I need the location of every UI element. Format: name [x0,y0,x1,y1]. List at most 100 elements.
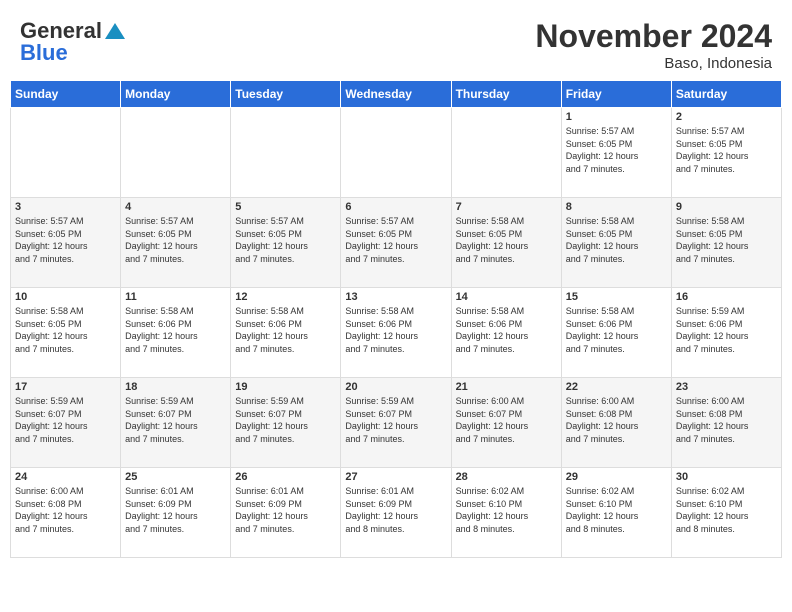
weekday-header-saturday: Saturday [671,81,781,108]
day-info: Sunrise: 5:58 AM Sunset: 6:06 PM Dayligh… [125,305,226,355]
day-info: Sunrise: 5:58 AM Sunset: 6:06 PM Dayligh… [566,305,667,355]
day-number: 14 [456,291,557,303]
weekday-header-friday: Friday [561,81,671,108]
calendar-cell: 13 Sunrise: 5:58 AM Sunset: 6:06 PM Dayli… [341,288,451,378]
calendar-cell: 28Sunrise: 6:02 AM Sunset: 6:10 PM Dayli… [451,468,561,558]
week-row-2: 10 Sunrise: 5:58 AM Sunset: 6:05 PM Dayli… [11,288,782,378]
day-number: 29 [566,471,667,483]
day-number: 15 [566,291,667,303]
day-info: Sunrise: 6:00 AM Sunset: 6:08 PM Dayligh… [676,395,777,445]
logo: General Blue [20,18,125,66]
day-info: Sunrise: 6:00 AM Sunset: 6:08 PM Dayligh… [15,485,116,535]
week-row-0: 1 Sunrise: 5:57 AM Sunset: 6:05 PM Daylig… [11,108,782,198]
day-info: Sunrise: 6:02 AM Sunset: 6:10 PM Dayligh… [676,485,777,535]
day-info: Sunrise: 5:58 AM Sunset: 6:05 PM Dayligh… [456,215,557,265]
day-number: 20 [345,381,446,393]
day-info: Sunrise: 5:58 AM Sunset: 6:06 PM Dayligh… [456,305,557,355]
week-row-3: 17 Sunrise: 5:59 AM Sunset: 6:07 PM Dayli… [11,378,782,468]
weekday-header-tuesday: Tuesday [231,81,341,108]
weekday-header-monday: Monday [121,81,231,108]
calendar-cell: 25Sunrise: 6:01 AM Sunset: 6:09 PM Dayli… [121,468,231,558]
calendar-cell: 16Sunrise: 5:59 AM Sunset: 6:06 PM Dayli… [671,288,781,378]
day-info: Sunrise: 5:59 AM Sunset: 6:07 PM Dayligh… [235,395,336,445]
day-info: Sunrise: 5:59 AM Sunset: 6:07 PM Dayligh… [125,395,226,445]
week-row-4: 24 Sunrise: 6:00 AM Sunset: 6:08 PM Dayli… [11,468,782,558]
calendar-cell: 7 Sunrise: 5:58 AM Sunset: 6:05 PM Daylig… [451,198,561,288]
day-info: Sunrise: 6:00 AM Sunset: 6:07 PM Dayligh… [456,395,557,445]
day-number: 8 [566,201,667,213]
calendar-cell [231,108,341,198]
calendar-cell: 6 Sunrise: 5:57 AM Sunset: 6:05 PM Daylig… [341,198,451,288]
calendar-cell: 29 Sunrise: 6:02 AM Sunset: 6:10 PM Dayli… [561,468,671,558]
day-number: 1 [566,111,667,123]
calendar-table: SundayMondayTuesdayWednesdayThursdayFrid… [10,80,782,558]
calendar-cell: 20 Sunrise: 5:59 AM Sunset: 6:07 PM Dayli… [341,378,451,468]
day-number: 25 [125,471,226,483]
day-info: Sunrise: 6:02 AM Sunset: 6:10 PM Dayligh… [566,485,667,535]
day-info: Sunrise: 6:01 AM Sunset: 6:09 PM Dayligh… [345,485,446,535]
day-number: 21 [456,381,557,393]
day-number: 10 [15,291,116,303]
day-info: Sunrise: 5:57 AM Sunset: 6:05 PM Dayligh… [566,125,667,175]
day-info: Sunrise: 5:58 AM Sunset: 6:06 PM Dayligh… [345,305,446,355]
day-number: 4 [125,201,226,213]
calendar-cell: 22Sunrise: 6:00 AM Sunset: 6:08 PM Dayli… [561,378,671,468]
day-number: 13 [345,291,446,303]
day-info: Sunrise: 5:57 AM Sunset: 6:05 PM Dayligh… [125,215,226,265]
day-number: 9 [676,201,777,213]
logo-triangle-icon [105,23,125,39]
calendar-cell: 30 Sunrise: 6:02 AM Sunset: 6:10 PM Dayli… [671,468,781,558]
day-info: Sunrise: 5:59 AM Sunset: 6:07 PM Dayligh… [345,395,446,445]
location: Baso, Indonesia [535,55,772,72]
title-section: November 2024 Baso, Indonesia [535,18,772,72]
day-info: Sunrise: 5:58 AM Sunset: 6:05 PM Dayligh… [566,215,667,265]
calendar-cell: 27 Sunrise: 6:01 AM Sunset: 6:09 PM Dayli… [341,468,451,558]
calendar-cell: 3Sunrise: 5:57 AM Sunset: 6:05 PM Daylig… [11,198,121,288]
calendar-cell [11,108,121,198]
calendar-cell [341,108,451,198]
logo-blue: Blue [20,40,68,65]
calendar-cell [451,108,561,198]
weekday-header-thursday: Thursday [451,81,561,108]
day-info: Sunrise: 5:57 AM Sunset: 6:05 PM Dayligh… [235,215,336,265]
day-info: Sunrise: 5:57 AM Sunset: 6:05 PM Dayligh… [676,125,777,175]
day-info: Sunrise: 5:57 AM Sunset: 6:05 PM Dayligh… [345,215,446,265]
day-info: Sunrise: 6:01 AM Sunset: 6:09 PM Dayligh… [235,485,336,535]
calendar-cell: 14 Sunrise: 5:58 AM Sunset: 6:06 PM Dayli… [451,288,561,378]
calendar-cell [121,108,231,198]
calendar-cell: 8 Sunrise: 5:58 AM Sunset: 6:05 PM Daylig… [561,198,671,288]
day-number: 18 [125,381,226,393]
calendar-cell: 15 Sunrise: 5:58 AM Sunset: 6:06 PM Dayli… [561,288,671,378]
day-number: 17 [15,381,116,393]
calendar-cell: 2 Sunrise: 5:57 AM Sunset: 6:05 PM Daylig… [671,108,781,198]
calendar-cell: 10 Sunrise: 5:58 AM Sunset: 6:05 PM Dayli… [11,288,121,378]
calendar-cell: 9 Sunrise: 5:58 AM Sunset: 6:05 PM Daylig… [671,198,781,288]
day-info: Sunrise: 5:58 AM Sunset: 6:05 PM Dayligh… [676,215,777,265]
day-number: 23 [676,381,777,393]
day-number: 5 [235,201,336,213]
day-number: 24 [15,471,116,483]
day-number: 19 [235,381,336,393]
day-info: Sunrise: 5:57 AM Sunset: 6:05 PM Dayligh… [15,215,116,265]
day-number: 11 [125,291,226,303]
calendar-cell: 23 Sunrise: 6:00 AM Sunset: 6:08 PM Dayli… [671,378,781,468]
calendar-cell: 24 Sunrise: 6:00 AM Sunset: 6:08 PM Dayli… [11,468,121,558]
day-number: 6 [345,201,446,213]
day-number: 28 [456,471,557,483]
calendar-cell: 5 Sunrise: 5:57 AM Sunset: 6:05 PM Daylig… [231,198,341,288]
day-info: Sunrise: 5:58 AM Sunset: 6:05 PM Dayligh… [15,305,116,355]
day-number: 22 [566,381,667,393]
day-number: 7 [456,201,557,213]
day-number: 2 [676,111,777,123]
calendar-cell: 21 Sunrise: 6:00 AM Sunset: 6:07 PM Dayli… [451,378,561,468]
day-number: 27 [345,471,446,483]
day-number: 12 [235,291,336,303]
weekday-header-wednesday: Wednesday [341,81,451,108]
calendar-cell: 26Sunrise: 6:01 AM Sunset: 6:09 PM Dayli… [231,468,341,558]
day-number: 30 [676,471,777,483]
calendar-cell: 1 Sunrise: 5:57 AM Sunset: 6:05 PM Daylig… [561,108,671,198]
calendar-cell: 18 Sunrise: 5:59 AM Sunset: 6:07 PM Dayli… [121,378,231,468]
calendar-cell: 12Sunrise: 5:58 AM Sunset: 6:06 PM Dayli… [231,288,341,378]
calendar-cell: 4 Sunrise: 5:57 AM Sunset: 6:05 PM Daylig… [121,198,231,288]
calendar-cell: 17Sunrise: 5:59 AM Sunset: 6:07 PM Dayli… [11,378,121,468]
